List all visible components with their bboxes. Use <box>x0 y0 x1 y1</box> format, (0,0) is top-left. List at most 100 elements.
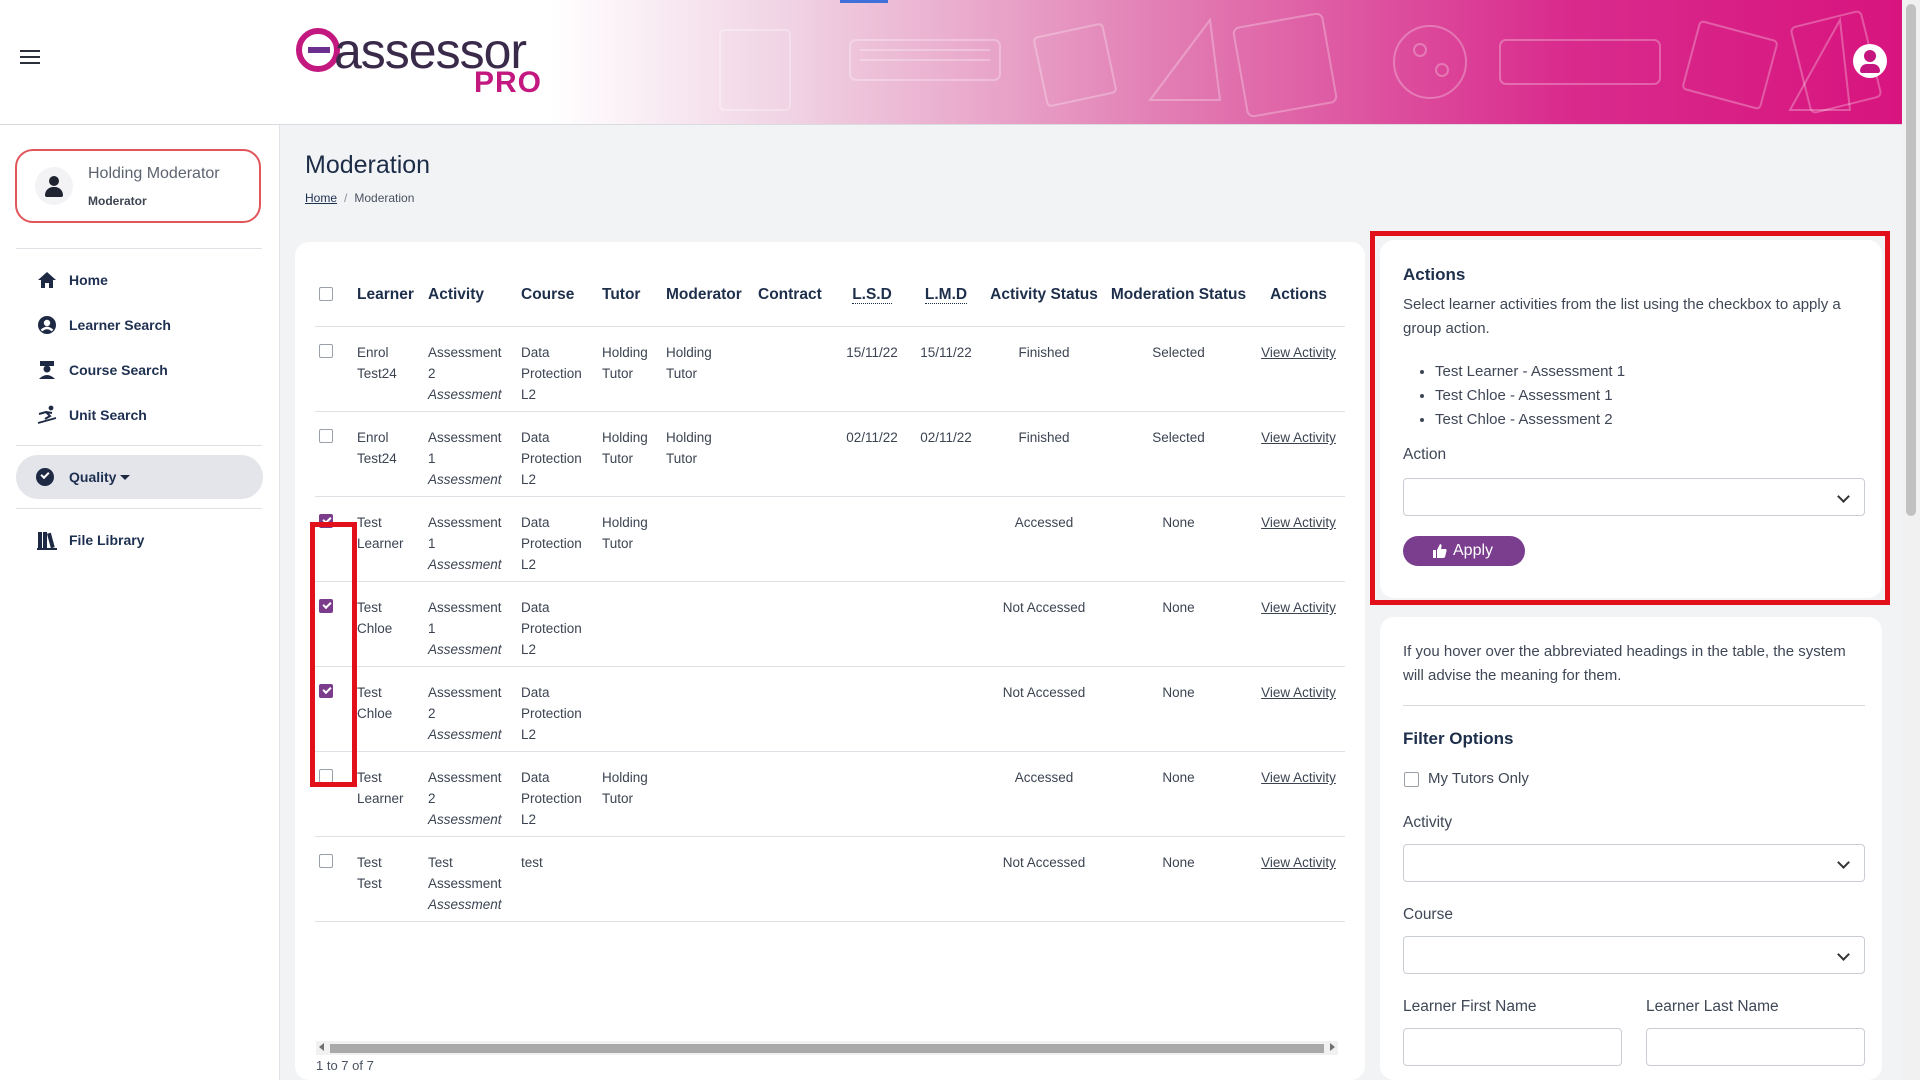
sidebar-item-unit-search[interactable]: Unit Search <box>36 403 147 427</box>
scroll-left-arrow-icon[interactable] <box>319 1043 324 1051</box>
row-checkbox[interactable] <box>319 599 333 613</box>
user-circle-icon <box>38 316 56 334</box>
header-lsd[interactable]: L.S.D <box>835 264 909 327</box>
scroll-right-arrow-icon[interactable] <box>1330 1043 1335 1051</box>
header-lmd[interactable]: L.M.D <box>909 264 983 327</box>
header-learner[interactable]: Learner <box>353 264 424 327</box>
row-checkbox[interactable] <box>319 769 333 783</box>
banner-doodles <box>719 10 1882 118</box>
view-activity-link[interactable]: View Activity <box>1261 600 1336 615</box>
moderator-name-line: Tutor <box>666 451 698 466</box>
sidebar-item-quality[interactable]: Quality <box>16 455 263 499</box>
course-name-line: Data <box>521 600 550 615</box>
activity-filter-select[interactable] <box>1403 844 1865 882</box>
activity-name-line: Test <box>428 855 453 870</box>
header-moderation-status[interactable]: Moderation Status <box>1105 264 1252 327</box>
cell-tutor: Holding Tutor <box>598 411 662 497</box>
header-course[interactable]: Course <box>517 264 598 327</box>
selected-activities-list: Test Learner - Assessment 1 Test Chloe -… <box>1435 360 1625 432</box>
row-select-cell <box>315 666 353 752</box>
cell-learner: Test Chloe <box>353 581 424 667</box>
table-horizontal-scrollbar[interactable] <box>316 1041 1338 1055</box>
sidebar-item-file-library[interactable]: File Library <box>36 528 144 552</box>
cell-moderator <box>662 581 754 667</box>
row-checkbox[interactable] <box>319 429 333 443</box>
hamburger-menu-icon[interactable] <box>20 50 40 66</box>
view-activity-link[interactable]: View Activity <box>1261 345 1336 360</box>
row-checkbox[interactable] <box>319 344 333 358</box>
breadcrumb-home-link[interactable]: Home <box>305 191 337 205</box>
header-activity[interactable]: Activity <box>424 264 517 327</box>
tutor-name-line: Tutor <box>602 451 634 466</box>
my-tutors-only-checkbox[interactable] <box>1404 772 1419 787</box>
activity-name-line: Assessment <box>428 770 502 785</box>
activity-status: Not Accessed <box>1002 600 1086 615</box>
books-icon <box>37 532 57 550</box>
table-scrollbar-thumb[interactable] <box>330 1044 1324 1053</box>
header-lmd-abbr[interactable]: L.M.D <box>924 286 968 304</box>
course-name-line: Data <box>521 685 550 700</box>
moderation-status: None <box>1162 855 1195 870</box>
learner-name-line: Test <box>357 770 382 785</box>
header-select-all[interactable] <box>315 264 353 327</box>
header-contract[interactable]: Contract <box>754 264 835 327</box>
tutor-name-line: Tutor <box>602 366 634 381</box>
cell-course: Data Protection L2 <box>517 581 598 667</box>
page-scrollbar-thumb[interactable] <box>1906 4 1916 516</box>
view-activity-link[interactable]: View Activity <box>1261 430 1336 445</box>
cell-activity: Assessment 2 Assessment <box>424 751 517 837</box>
row-checkbox[interactable] <box>319 854 333 868</box>
cell-moderator <box>662 666 754 752</box>
last-name-input[interactable] <box>1646 1028 1865 1066</box>
tutor-name-line: Holding <box>602 345 648 360</box>
moderation-status: None <box>1162 515 1195 530</box>
view-activity-link[interactable]: View Activity <box>1261 855 1336 870</box>
lmd-value: 15/11/22 <box>920 345 972 360</box>
eassessor-pro-logo[interactable]: assessor PRO <box>296 23 556 99</box>
cell-lsd: 15/11/22 <box>835 326 909 412</box>
user-account-icon[interactable] <box>1853 44 1887 78</box>
row-checkbox[interactable] <box>319 684 333 698</box>
header-tutor[interactable]: Tutor <box>598 264 662 327</box>
cell-actions: View Activity <box>1252 581 1345 667</box>
cell-activity: Assessment 2 Assessment <box>424 326 517 412</box>
cell-lmd <box>909 836 983 922</box>
sidebar-item-learner-search[interactable]: Learner Search <box>36 313 171 337</box>
activity-status: Finished <box>1018 430 1070 445</box>
cell-tutor: Holding Tutor <box>598 496 662 582</box>
action-select[interactable] <box>1403 478 1865 516</box>
sidebar-item-home[interactable]: Home <box>36 268 108 292</box>
cell-tutor <box>598 581 662 667</box>
header-lsd-abbr[interactable]: L.S.D <box>852 286 892 304</box>
last-name-label: Learner Last Name <box>1646 998 1779 1015</box>
breadcrumb-current: Moderation <box>354 191 415 205</box>
cell-contract <box>754 836 835 922</box>
sidebar-item-course-search[interactable]: Course Search <box>36 358 168 382</box>
apply-button[interactable]: Apply <box>1403 536 1525 566</box>
activity-type: Assessment <box>428 812 502 827</box>
page-scrollbar[interactable] <box>1902 0 1920 1080</box>
profile-card[interactable]: Holding Moderator Moderator <box>15 149 261 223</box>
course-filter-select[interactable] <box>1403 936 1865 974</box>
sidebar-item-label: Unit Search <box>69 407 147 423</box>
row-checkbox[interactable] <box>319 514 333 528</box>
first-name-input[interactable] <box>1403 1028 1622 1066</box>
learner-name-line: Enrol <box>357 430 389 445</box>
top-header: assessor PRO <box>0 0 1902 125</box>
chevron-down-icon <box>1837 948 1850 961</box>
activity-status: Not Accessed <box>1002 685 1086 700</box>
view-activity-link[interactable]: View Activity <box>1261 515 1336 530</box>
view-activity-link[interactable]: View Activity <box>1261 685 1336 700</box>
cell-activity: Assessment 1 Assessment <box>424 411 517 497</box>
table-row: Enrol Test24 Assessment 2 Assessment Data Prot… <box>315 326 1345 412</box>
cell-moderation-status: None <box>1105 581 1252 667</box>
select-all-checkbox[interactable] <box>319 286 333 301</box>
my-tutors-only-label[interactable]: My Tutors Only <box>1428 770 1529 787</box>
cell-learner: Test Test <box>353 836 424 922</box>
learner-name-line: Test <box>357 515 382 530</box>
cell-course: Data Protection L2 <box>517 411 598 497</box>
view-activity-link[interactable]: View Activity <box>1261 770 1336 785</box>
header-activity-status[interactable]: Activity Status <box>983 264 1105 327</box>
header-moderator[interactable]: Moderator <box>662 264 754 327</box>
cell-activity-status: Not Accessed <box>983 666 1105 752</box>
